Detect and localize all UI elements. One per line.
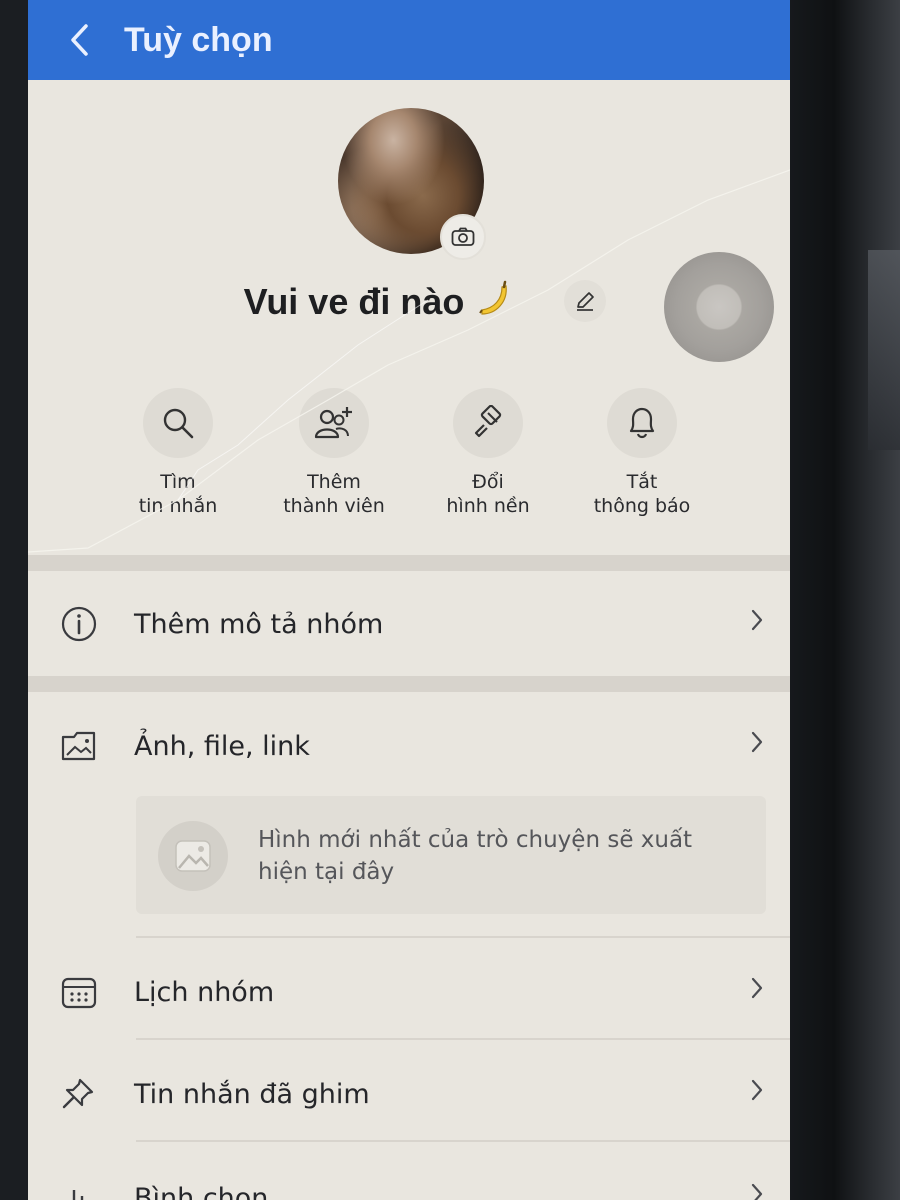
chevron-right-icon — [750, 1078, 764, 1106]
menu-item-calendar[interactable]: Lịch nhóm — [28, 956, 790, 1028]
media-preview-empty: Hình mới nhất của trò chuyện sẽ xuất hiệ… — [136, 796, 766, 914]
menu-item-label: Lịch nhóm — [134, 976, 275, 1008]
pin-icon — [60, 1076, 116, 1112]
calendar-icon — [60, 974, 116, 1010]
options-screen: Tuỳ chọn Vui ve đi nào Tìm tin nhắn Thêm… — [28, 0, 790, 1200]
menu-item-media[interactable]: Ảnh, file, link — [28, 710, 790, 782]
menu-item-label: Bình chọn — [134, 1182, 269, 1200]
poll-icon — [60, 1180, 116, 1200]
photo-folder-icon — [60, 729, 116, 763]
media-empty-hint: Hình mới nhất của trò chuyện sẽ xuất hiệ… — [258, 827, 693, 885]
info-icon — [60, 605, 116, 643]
chevron-right-icon — [750, 1182, 764, 1200]
chevron-right-icon — [750, 976, 764, 1004]
image-placeholder-icon — [158, 821, 228, 891]
bezel-reflection — [868, 250, 900, 450]
screen-crack — [28, 169, 790, 553]
menu-item-pinned[interactable]: Tin nhắn đã ghim — [28, 1058, 790, 1130]
section-divider — [28, 676, 790, 692]
phone-bezel — [790, 0, 900, 1200]
row-separator — [136, 1140, 790, 1142]
chevron-right-icon — [750, 608, 764, 636]
menu-item-poll[interactable]: Bình chọn — [28, 1162, 790, 1200]
row-separator — [136, 936, 790, 938]
menu-item-label: Ảnh, file, link — [134, 730, 310, 762]
row-separator — [136, 1038, 790, 1040]
menu-item-description[interactable]: Thêm mô tả nhóm — [28, 588, 790, 660]
menu-item-label: Thêm mô tả nhóm — [134, 608, 384, 640]
menu-item-label: Tin nhắn đã ghim — [134, 1078, 370, 1110]
chevron-right-icon — [750, 730, 764, 758]
